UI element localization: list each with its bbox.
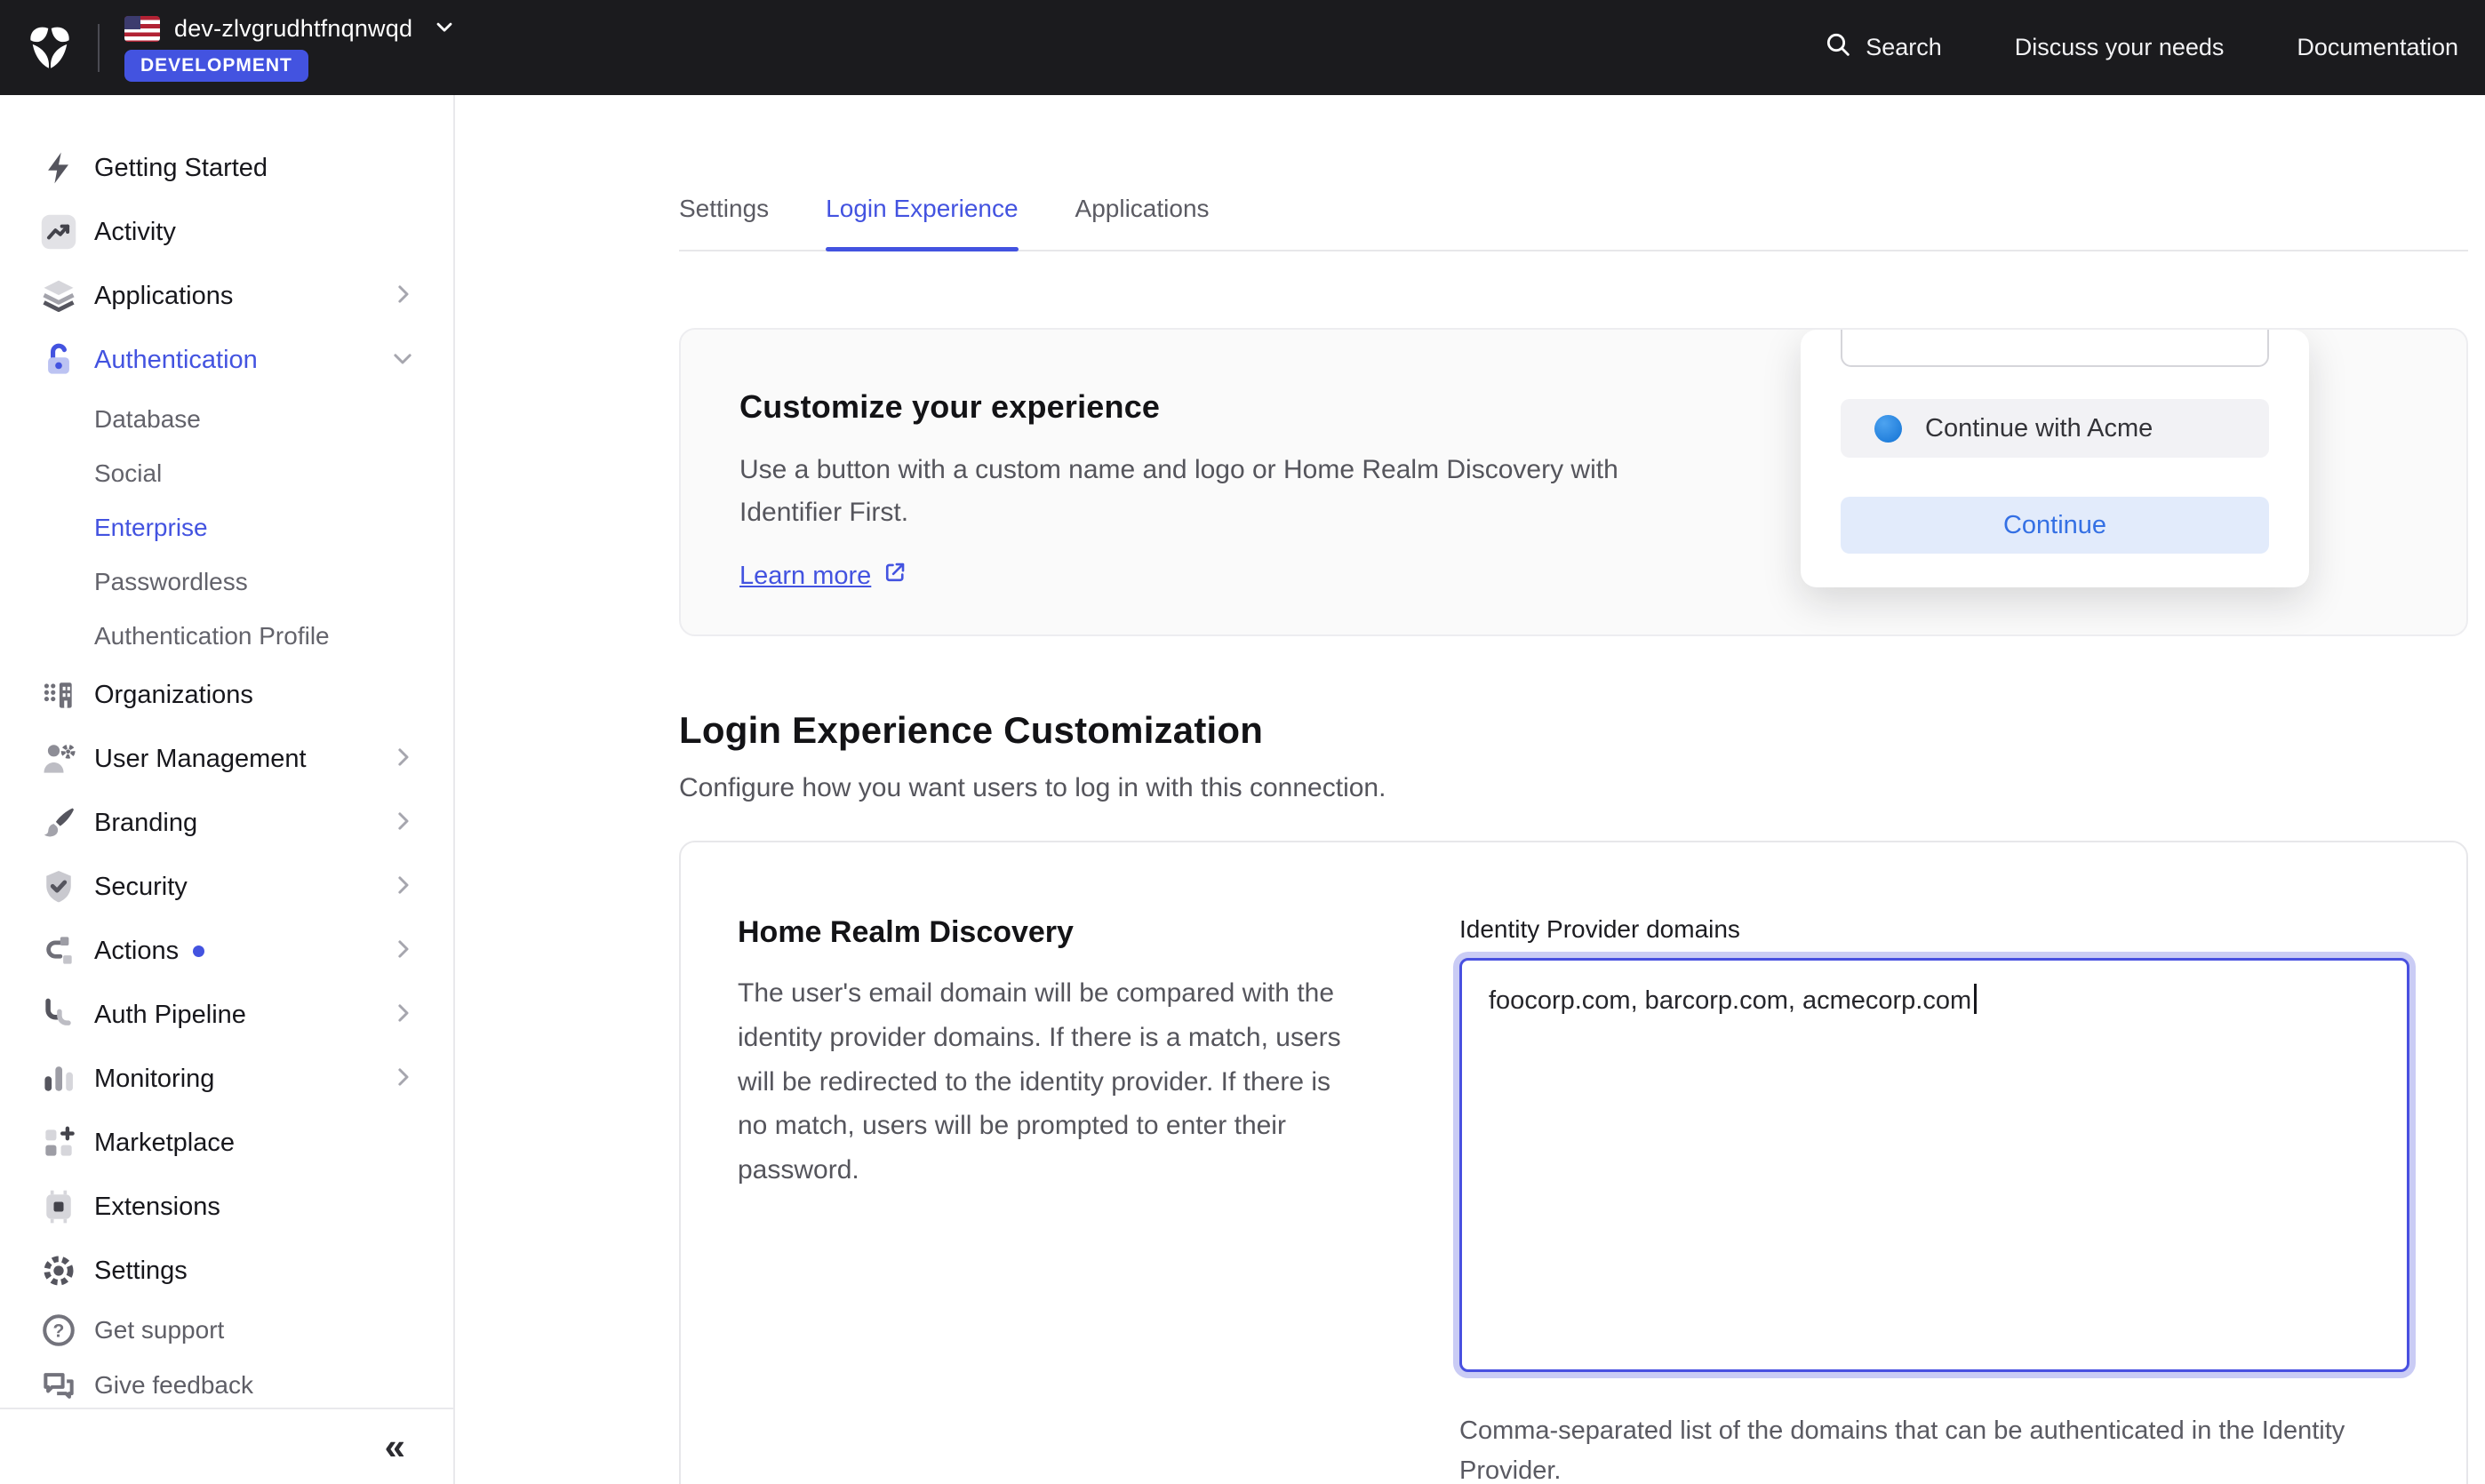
sidebar-item-actions[interactable]: Actions [0,919,453,983]
feedback-icon [39,1366,78,1405]
chevron-right-icon [389,1000,416,1031]
chevron-right-icon [389,281,416,312]
sidebar-item-social[interactable]: Social [0,446,453,500]
tenant-name: dev-zlvgrudhtfnqnwqd [174,15,412,43]
customize-experience-card: Customize your experience Use a button w… [679,328,2468,636]
continue-with-acme-button[interactable]: Continue with Acme [1841,399,2269,458]
tenant-switcher[interactable]: dev-zlvgrudhtfnqnwqd DEVELOPMENT [124,14,457,82]
login-preview-panel: Continue with Acme Continue [1801,330,2309,587]
bar-chart-icon [39,1059,78,1098]
identity-provider-domains-label: Identity Provider domains [1459,915,2409,944]
activity-icon [39,212,78,251]
collapse-sidebar-button[interactable]: « [385,1428,405,1465]
chevron-down-icon[interactable] [432,14,457,44]
user-gear-icon [39,739,78,778]
sidebar-item-getting-started[interactable]: Getting Started [0,136,453,200]
sidebar: Getting Started Activity Applications Au… [0,95,455,1484]
chevron-right-icon [389,872,416,903]
flow-icon [39,931,78,970]
identity-provider-domains-textarea[interactable]: foocorp.com, barcorp.com, acmecorp.com [1459,958,2409,1372]
section-subtitle: Configure how you want users to log in w… [679,773,2468,803]
sidebar-item-applications[interactable]: Applications [0,264,453,328]
hrd-description: The user's email domain will be compared… [738,971,1360,1193]
organization-icon [39,675,78,714]
chip-icon [39,1187,78,1226]
chevron-right-icon [389,936,416,967]
us-flag-icon [124,16,160,42]
search-button[interactable]: Search [1824,30,1942,65]
sidebar-item-authentication[interactable]: Authentication [0,328,453,392]
sidebar-footer: « [0,1408,453,1484]
sidebar-item-organizations[interactable]: Organizations [0,663,453,727]
chevron-right-icon [389,1064,416,1095]
domains-help-text: Comma-separated list of the domains that… [1459,1411,2397,1484]
sidebar-item-user-management[interactable]: User Management [0,727,453,791]
documentation-link[interactable]: Documentation [2297,34,2458,61]
hrd-title: Home Realm Discovery [738,915,1360,950]
chevron-right-icon [389,744,416,775]
svg-text:?: ? [53,1320,65,1341]
layers-icon [39,276,78,315]
customize-card-text: Customize your experience Use a button w… [681,330,1703,593]
hrd-field-column: Identity Provider domains foocorp.com, b… [1459,915,2409,1484]
tab-applications[interactable]: Applications [1075,195,1210,250]
hrd-description-column: Home Realm Discovery The user's email do… [738,915,1360,1484]
home-realm-discovery-card: Home Realm Discovery The user's email do… [679,841,2468,1484]
pipeline-icon [39,995,78,1034]
tab-bar: Settings Login Experience Applications [679,95,2468,251]
topbar-divider [98,24,100,72]
section-title: Login Experience Customization [679,709,2468,752]
domains-value: foocorp.com, barcorp.com, acmecorp.com [1489,986,1971,1015]
continue-button[interactable]: Continue [1841,497,2269,554]
sidebar-item-give-feedback[interactable]: Give feedback [0,1358,453,1408]
sidebar-item-branding[interactable]: Branding [0,791,453,855]
sidebar-item-enterprise[interactable]: Enterprise [0,500,453,555]
sidebar-nav: Getting Started Activity Applications Au… [0,95,453,1408]
sidebar-item-auth-pipeline[interactable]: Auth Pipeline [0,983,453,1047]
gear-icon [39,1251,78,1290]
customize-card-title: Customize your experience [739,388,1703,426]
tab-settings[interactable]: Settings [679,195,769,250]
environment-badge: DEVELOPMENT [124,50,308,82]
sidebar-item-marketplace[interactable]: Marketplace [0,1111,453,1175]
search-label: Search [1866,34,1942,61]
text-caret [1974,984,1977,1014]
lightning-icon [39,148,78,187]
customize-card-description: Use a button with a custom name and logo… [739,449,1708,534]
sidebar-item-extensions[interactable]: Extensions [0,1175,453,1239]
sidebar-item-authentication-profile[interactable]: Authentication Profile [0,609,453,663]
chevron-right-icon [389,808,416,839]
lock-open-icon [39,340,78,379]
help-icon: ? [39,1311,78,1350]
main-content: Settings Login Experience Applications C… [455,95,2485,1484]
chevron-down-icon [389,345,416,376]
brush-icon [39,803,78,842]
sidebar-item-get-support[interactable]: ? Get support [0,1303,453,1358]
tab-login-experience[interactable]: Login Experience [826,195,1018,250]
preview-email-input[interactable] [1841,330,2269,367]
sidebar-item-monitoring[interactable]: Monitoring [0,1047,453,1111]
discuss-your-needs-link[interactable]: Discuss your needs [2015,34,2225,61]
shield-check-icon [39,867,78,906]
sidebar-item-settings[interactable]: Settings [0,1239,453,1303]
acme-logo-icon [1874,415,1902,443]
sidebar-item-security[interactable]: Security [0,855,453,919]
learn-more-link[interactable]: Learn more [739,559,908,593]
auth0-logo-icon [25,23,75,73]
marketplace-icon [39,1123,78,1162]
sidebar-item-activity[interactable]: Activity [0,200,453,264]
sidebar-item-passwordless[interactable]: Passwordless [0,555,453,609]
topbar-actions: Search Discuss your needs Documentation [1824,30,2458,65]
external-link-icon [882,559,908,593]
notification-dot [193,945,204,957]
search-icon [1824,30,1852,65]
topbar: dev-zlvgrudhtfnqnwqd DEVELOPMENT Search … [0,0,2485,95]
sidebar-item-database[interactable]: Database [0,392,453,446]
